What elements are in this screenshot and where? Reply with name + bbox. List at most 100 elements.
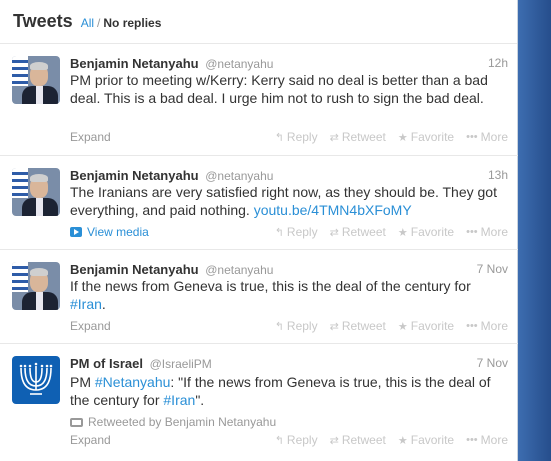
avatar[interactable] [12,356,60,404]
favorite-button[interactable]: ★ Favorite [398,433,454,447]
tweet-header: Benjamin Netanyahu @netanyahu 12h [70,56,508,71]
page-background-right [518,0,551,461]
tweet-time[interactable]: 7 Nov [477,356,508,370]
avatar[interactable] [12,56,60,104]
reply-button[interactable]: ↰ Reply [275,225,318,239]
tweet-header: Benjamin Netanyahu @netanyahu 7 Nov [70,262,508,277]
reply-label: Reply [286,130,318,144]
more-button[interactable]: ••• More [466,225,508,239]
retweet-button[interactable]: ⇄ Retweet [330,433,386,447]
tweet-time[interactable]: 7 Nov [477,262,508,276]
more-label: More [480,130,508,144]
favorite-label: Favorite [410,130,455,144]
tweet-text: If the news from Geneva is true, this is… [70,278,502,313]
author-handle[interactable]: @netanyahu [205,169,273,183]
star-icon: ★ [397,131,408,144]
author-name[interactable]: Benjamin Netanyahu [70,262,199,277]
reply-icon: ↰ [274,320,284,333]
tweet-footer: View media ↰ Reply ⇄ Retweet ★ Favorite •••… [70,225,508,241]
more-label: More [480,319,508,333]
tweet-actions: ↰ Reply ⇄ Retweet ★ Favorite ••• More [263,433,508,447]
media-icon [70,227,82,237]
expand-link[interactable]: Expand [70,130,111,144]
retweet-label: Retweet [341,130,386,144]
author-handle[interactable]: @netanyahu [205,263,273,277]
tweet-footer: Expand ↰ Reply ⇄ Retweet ★ Favorite ••• More [70,319,508,335]
tweet-text-pre: PM [70,374,95,390]
retweeted-by: Retweeted by Benjamin Netanyahu [70,415,276,429]
star-icon: ★ [397,434,408,447]
retweet-label: Retweet [341,433,386,447]
tweet-item[interactable]: Benjamin Netanyahu @netanyahu 7 Nov If t… [0,250,518,344]
tweet-item[interactable]: PM of Israel @IsraeliPM 7 Nov PM #Netany… [0,344,518,461]
retweet-label: Retweet [341,319,386,333]
favorite-button[interactable]: ★ Favorite [398,130,454,144]
flag-graphic [12,56,28,86]
tweet-actions: ↰ Reply ⇄ Retweet ★ Favorite ••• More [263,130,508,144]
reply-label: Reply [286,319,318,333]
tweet-text: PM prior to meeting w/Kerry: Kerry said … [70,72,488,106]
reply-button[interactable]: ↰ Reply [275,130,318,144]
tweet-item[interactable]: Benjamin Netanyahu @netanyahu 13h The Ir… [0,156,518,250]
star-icon: ★ [397,226,408,239]
retweet-button[interactable]: ⇄ Retweet [330,225,386,239]
reply-icon: ↰ [274,434,284,447]
tweet-link[interactable]: youtu.be/4TMN4bXFoMY [254,202,412,218]
reply-icon: ↰ [274,131,284,144]
tweet-time[interactable]: 12h [488,56,508,70]
author-name[interactable]: PM of Israel [70,356,143,371]
more-button[interactable]: ••• More [466,130,508,144]
more-button[interactable]: ••• More [466,319,508,333]
hashtag-link[interactable]: #Iran [70,296,102,312]
view-media-label: View media [87,225,149,239]
retweet-button[interactable]: ⇄ Retweet [330,319,386,333]
avatar-shirt [36,198,43,216]
tweet-actions: ↰ Reply ⇄ Retweet ★ Favorite ••• More [263,319,508,333]
view-media-link[interactable]: View media [70,225,149,239]
tweet-footer: Expand ↰ Reply ⇄ Retweet ★ Favorite ••• More [70,433,508,449]
more-label: More [480,433,508,447]
expand-link[interactable]: Expand [70,319,111,333]
reply-button[interactable]: ↰ Reply [275,319,318,333]
menorah-emblem-icon [19,362,53,395]
hashtag-link[interactable]: #Netanyahu [95,374,171,390]
filter-no-replies[interactable]: No replies [103,16,161,30]
more-icon: ••• [466,320,478,332]
hashtag-link[interactable]: #Iran [163,392,195,408]
retweet-icon: ⇄ [329,434,339,447]
retweet-label: Retweet [341,225,386,239]
reply-label: Reply [286,225,318,239]
tweet-item[interactable]: Benjamin Netanyahu @netanyahu 12h PM pri… [0,44,518,156]
filter-all-link[interactable]: All [81,16,94,30]
more-button[interactable]: ••• More [466,433,508,447]
avatar-shirt [36,86,43,104]
favorite-button[interactable]: ★ Favorite [398,225,454,239]
favorite-button[interactable]: ★ Favorite [398,319,454,333]
author-name[interactable]: Benjamin Netanyahu [70,56,199,71]
avatar[interactable] [12,262,60,310]
more-label: More [480,225,508,239]
expand-link[interactable]: Expand [70,433,111,447]
author-handle[interactable]: @netanyahu [205,57,273,71]
more-icon: ••• [466,434,478,446]
avatar[interactable] [12,168,60,216]
tweet-footer: Expand ↰ Reply ⇄ Retweet ★ Favorite ••• More [70,130,508,146]
star-icon: ★ [397,320,408,333]
reply-button[interactable]: ↰ Reply [275,433,318,447]
more-icon: ••• [466,226,478,238]
tweets-panel: Tweets All / No replies Benjamin Netanya… [0,0,518,461]
more-icon: ••• [466,131,478,143]
reply-label: Reply [286,433,318,447]
flag-graphic [12,262,28,292]
retweeted-by-label[interactable]: Retweeted by Benjamin Netanyahu [88,415,276,429]
author-handle[interactable]: @IsraeliPM [150,357,212,371]
avatar-hair [30,62,48,70]
avatar-hair [30,174,48,182]
favorite-label: Favorite [410,319,455,333]
tweet-text-end: ". [195,391,205,408]
tweets-header: Tweets All / No replies [0,0,517,44]
tweet-time[interactable]: 13h [488,168,508,182]
retweet-button[interactable]: ⇄ Retweet [330,130,386,144]
retweet-icon: ⇄ [329,226,339,239]
author-name[interactable]: Benjamin Netanyahu [70,168,199,183]
